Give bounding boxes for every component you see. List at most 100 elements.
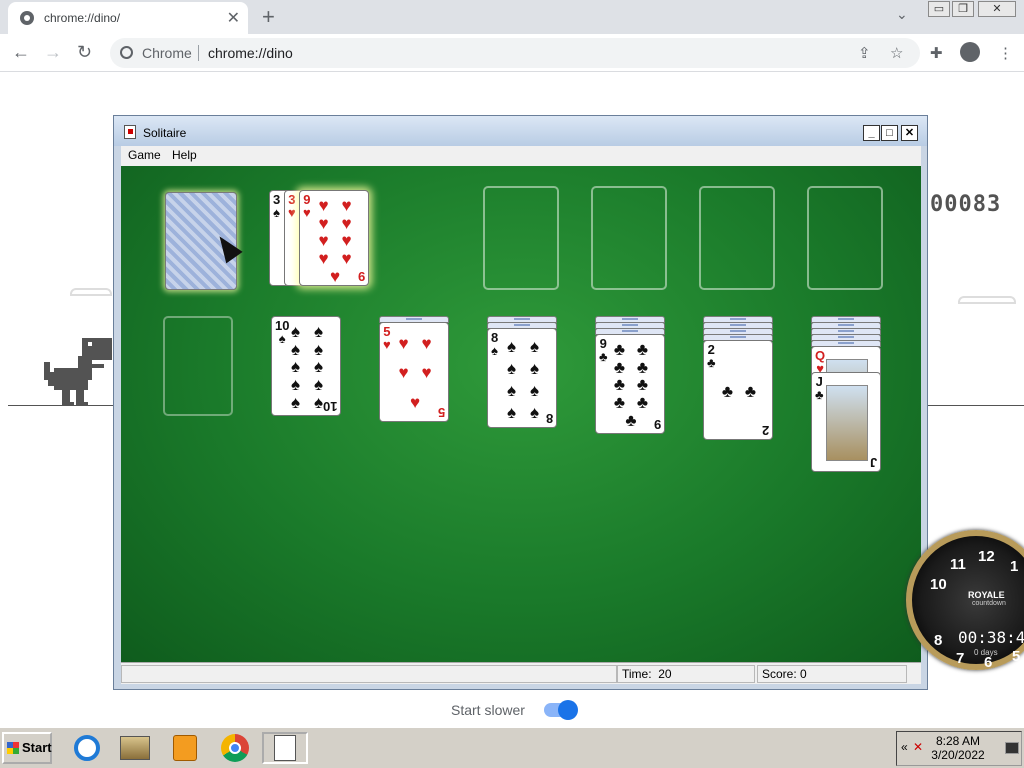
card-pips: ♣ ♣ ♣ ♣ ♣ ♣ ♣ ♣ ♣: [608, 341, 654, 429]
foundation-slot-3[interactable]: [699, 186, 775, 290]
tableau-empty-slot[interactable]: [163, 316, 233, 416]
windows-logo-icon: [7, 742, 19, 754]
suit-pip-icon: ♣: [744, 381, 757, 401]
card-table: 3♠3♠♠♠3♥3♥♥♥9♥9♥♥♥♥♥♥♥♥♥ 10♠10♠♠♠♠♠♠♠♠♠♠…: [121, 166, 921, 662]
card-pips: ♣ ♣: [716, 347, 762, 435]
status-blank: [121, 665, 617, 683]
card-pips: ♠ ♠ ♠ ♠ ♠ ♠ ♠ ♠: [500, 335, 546, 423]
card-rank-bottom: 5: [437, 405, 445, 420]
start-button[interactable]: Start: [2, 732, 52, 764]
solitaire-minimize-button[interactable]: _: [863, 125, 880, 141]
menu-help[interactable]: Help: [172, 148, 197, 162]
suit-pip-icon: ♠: [290, 339, 301, 359]
card-pips: ♥ ♥ ♥ ♥ ♥: [392, 329, 438, 417]
action-center-icon[interactable]: [1005, 742, 1019, 754]
foundation-slot-1[interactable]: [483, 186, 559, 290]
solitaire-taskbar-icon[interactable]: [262, 732, 308, 764]
card-rank: 9 ♣: [599, 336, 608, 364]
menu-game[interactable]: Game: [128, 148, 161, 162]
reload-button[interactable]: ↻: [77, 42, 92, 63]
tableau-card[interactable]: 5 ♥ 5 ♥ ♥ ♥ ♥ ♥: [379, 322, 449, 422]
suit-pip-icon: ♠: [313, 357, 324, 377]
t-rex-icon: [44, 338, 112, 406]
media-player-icon[interactable]: [168, 732, 202, 764]
card-rank-bottom: J: [869, 455, 877, 470]
tab-search-button[interactable]: ⌄: [896, 6, 908, 23]
suit-pip-icon: ♠: [506, 402, 517, 422]
start-slower-toggle[interactable]: [544, 700, 578, 720]
suit-pip-icon: ♠: [290, 392, 301, 412]
chrome-menu-icon[interactable]: ⋮: [998, 44, 1013, 62]
suit-pip-icon: ♥: [398, 334, 409, 354]
tray-clock[interactable]: 8:28 AM 3/20/2022: [929, 734, 987, 762]
clock-subtitle: countdown: [972, 600, 1006, 607]
close-window-button[interactable]: ✕: [978, 1, 1016, 17]
dino-score: 00083: [930, 192, 1002, 217]
card-rank-bottom: 9: [357, 269, 365, 284]
solitaire-app-icon: [124, 125, 136, 139]
start-label: Start: [22, 740, 52, 755]
suit-pip-icon: ♥: [341, 196, 352, 216]
profile-avatar-icon[interactable]: [960, 42, 980, 62]
volume-muted-icon[interactable]: ✕: [913, 740, 923, 754]
suit-pip-icon: ♣: [636, 393, 649, 413]
solitaire-title-bar[interactable]: Solitaire _ □ ✕: [114, 116, 927, 146]
suit-pip-icon: ♠: [506, 380, 517, 400]
solitaire-maximize-button[interactable]: □: [881, 125, 898, 141]
card-rank: 2 ♣: [707, 342, 716, 370]
toggle-knob: [558, 700, 578, 720]
chrome-taskbar-icon[interactable]: [218, 732, 252, 764]
suit-pip-icon: ♠: [529, 336, 540, 356]
tray-expand-icon[interactable]: «: [901, 740, 908, 754]
solitaire-title: Solitaire: [143, 126, 187, 140]
card-rank: 3 ♥: [288, 192, 296, 220]
countdown-time: 00:38:40: [958, 628, 1024, 647]
suit-pip-icon: ♣: [613, 340, 626, 360]
tableau-card[interactable]: 10 ♠ 10 ♠ ♠ ♠ ♠ ♠ ♠ ♠ ♠ ♠ ♠: [271, 316, 341, 416]
suit-pip-icon: ♥: [341, 249, 352, 269]
suit-pip-icon: ♥: [318, 249, 329, 269]
bookmark-star-icon[interactable]: ☆: [890, 44, 903, 62]
card-rank: J ♣: [815, 374, 824, 402]
card-rank: 3 ♠: [273, 192, 281, 220]
omnibox-url[interactable]: chrome://dino: [208, 45, 293, 61]
suit-pip-icon: ♠: [506, 336, 517, 356]
tableau-card[interactable]: J ♣ J: [811, 372, 881, 472]
extensions-icon[interactable]: ✚: [930, 44, 943, 62]
card-rank-bottom: 8: [545, 411, 553, 426]
tableau-card[interactable]: 8 ♠ 8 ♠ ♠ ♠ ♠ ♠ ♠ ♠ ♠: [487, 328, 557, 428]
suit-pip-icon: ♠: [529, 402, 540, 422]
suit-pip-icon: ♣: [636, 357, 649, 377]
tab-close-button[interactable]: ✕: [227, 8, 240, 28]
suit-pip-icon: ♠: [313, 375, 324, 395]
cloud-left: [70, 288, 112, 296]
minimize-window-button[interactable]: ▭: [928, 1, 950, 17]
game-app-icon[interactable]: [118, 732, 152, 764]
omnibox[interactable]: Chrome chrome://dino: [110, 38, 920, 68]
new-tab-button[interactable]: +: [262, 4, 275, 30]
chrome-site-icon: [120, 46, 133, 59]
card-pips: ♥ ♥ ♥ ♥ ♥ ♥ ♥ ♥ ♥: [312, 197, 358, 285]
suit-pip-icon: ♥: [398, 363, 409, 383]
internet-explorer-icon[interactable]: [70, 732, 104, 764]
forward-button[interactable]: →: [44, 42, 62, 63]
clock-numeral-12: 12: [978, 548, 995, 565]
suit-pip-icon: ♣: [721, 381, 734, 401]
foundation-slot-4[interactable]: [807, 186, 883, 290]
tableau-card[interactable]: 2 ♣ 2 ♣ ♣: [703, 340, 773, 440]
restore-window-button[interactable]: ❐: [952, 1, 974, 17]
solitaire-menu-bar: Game Help: [121, 146, 921, 166]
suit-pip-icon: ♣: [613, 357, 626, 377]
tableau-card[interactable]: 9 ♣ 9 ♣ ♣ ♣ ♣ ♣ ♣ ♣ ♣ ♣: [595, 334, 665, 434]
clock-numeral-7: 7: [956, 650, 965, 667]
tab-dino[interactable]: chrome://dino/ ✕: [8, 2, 248, 34]
suit-pip-icon: ♥: [421, 363, 432, 383]
clock-numeral-11: 11: [950, 556, 966, 573]
tray-time: 8:28 AM: [935, 734, 981, 748]
share-icon[interactable]: ⇪: [858, 44, 871, 62]
card-rank: 9 ♥: [303, 192, 311, 220]
solitaire-close-button[interactable]: ✕: [901, 125, 918, 141]
waste-card-3[interactable]: 9 ♥ 9 ♥ ♥ ♥ ♥ ♥ ♥ ♥ ♥ ♥: [299, 190, 369, 286]
back-button[interactable]: ←: [12, 42, 30, 63]
foundation-slot-2[interactable]: [591, 186, 667, 290]
